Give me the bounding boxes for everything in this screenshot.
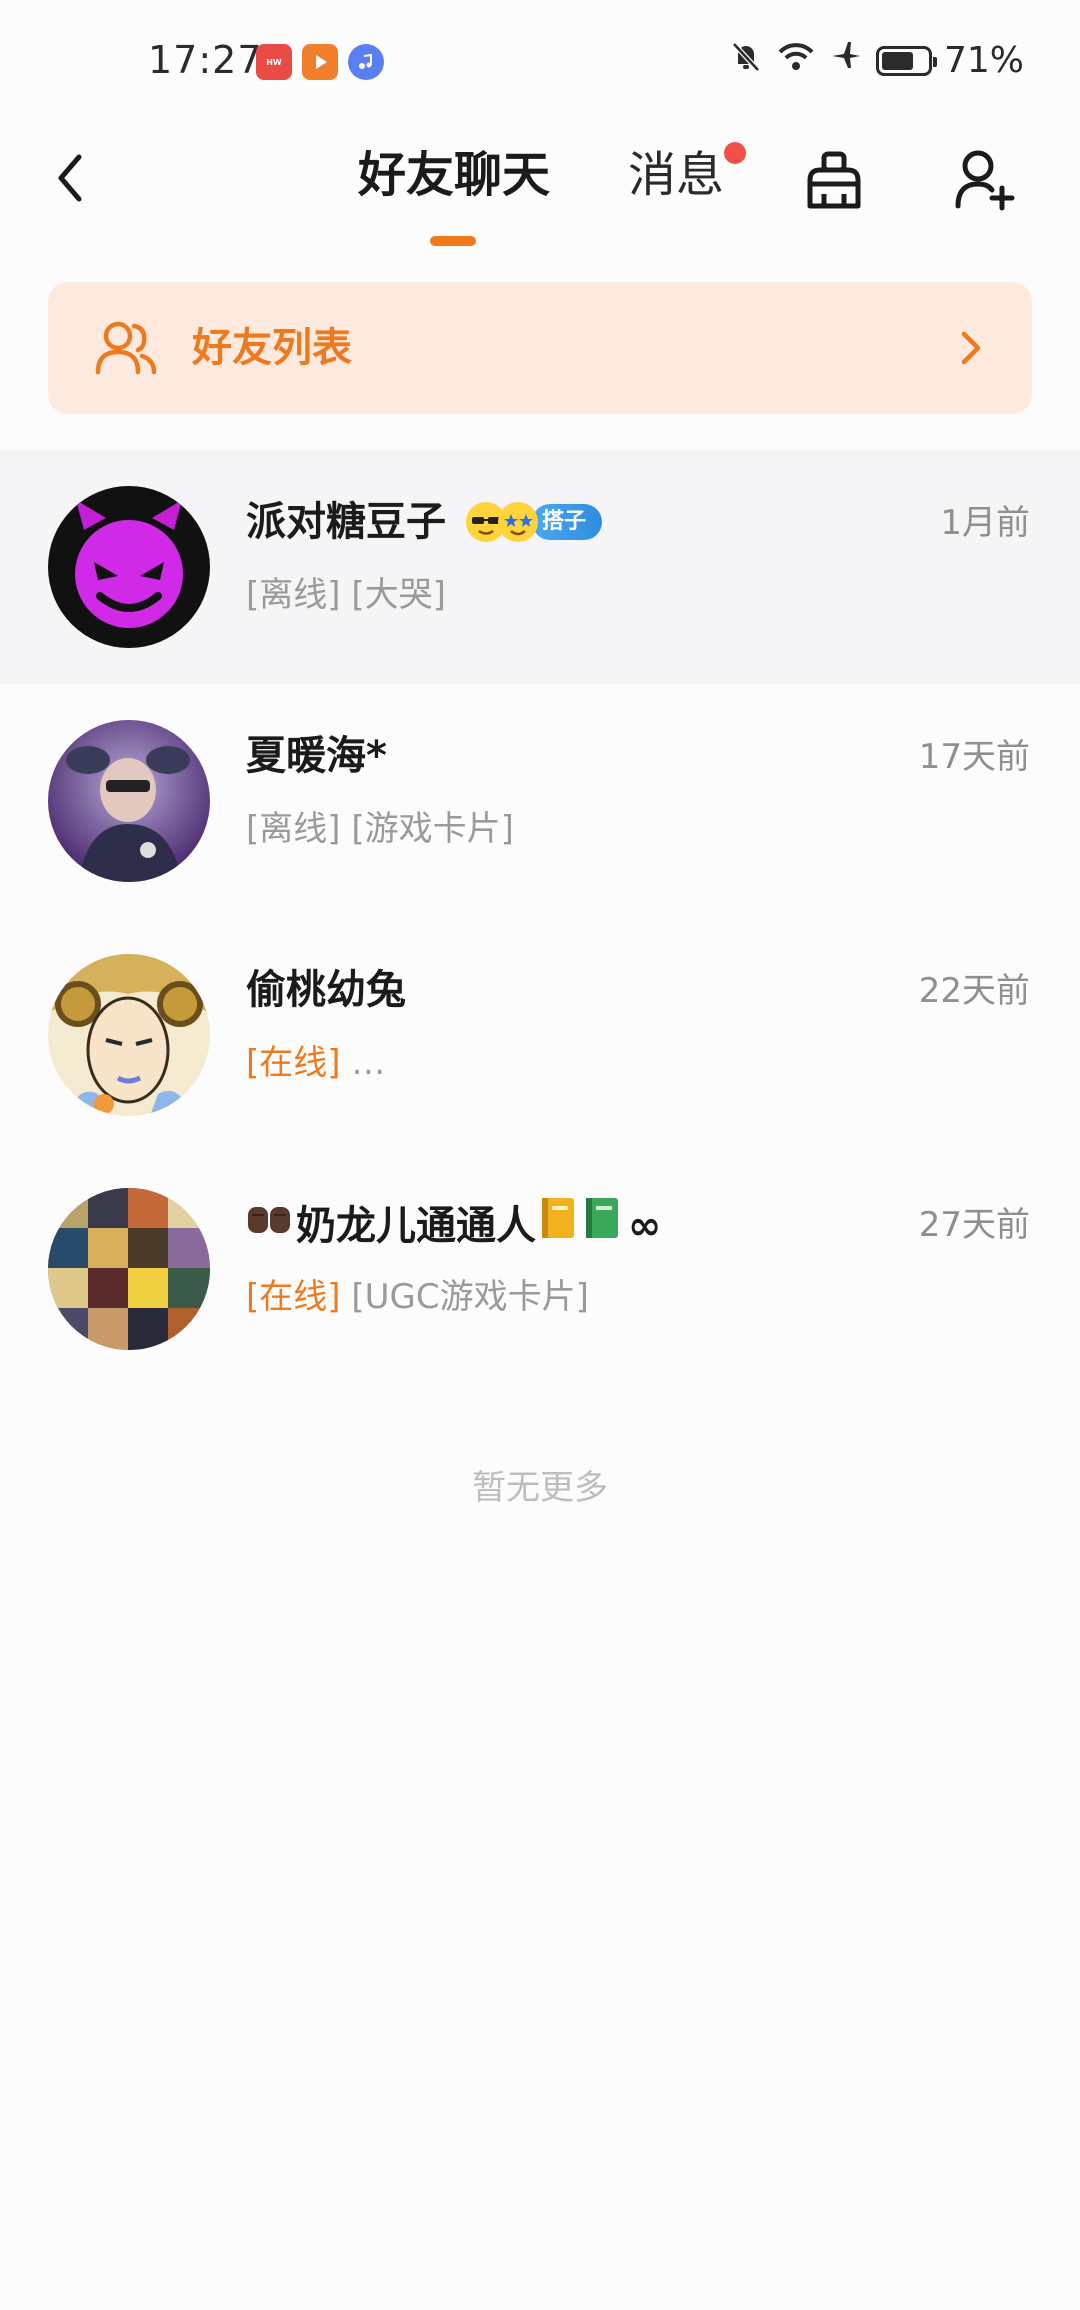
friend-list-entry[interactable]: 好友列表: [48, 282, 1032, 414]
wifi-icon: [776, 38, 816, 83]
conversation-time: 22天前: [918, 971, 1030, 1011]
music-app-icon: [348, 44, 384, 80]
conversation-item[interactable]: 夏暖海* 17天前 [离线] [游戏卡片]: [0, 684, 1080, 918]
back-button[interactable]: [40, 138, 100, 218]
presence-status: [离线]: [246, 809, 341, 849]
badge-group: 搭子: [466, 502, 603, 542]
contact-name-text: 派对糖豆子: [246, 499, 446, 545]
unread-badge: [724, 142, 746, 164]
conversation-preview: [离线] [大哭]: [246, 570, 446, 620]
conversation-preview: [离线] [游戏卡片]: [246, 804, 514, 854]
star-eyes-emoji-icon: [498, 502, 538, 542]
conversation-item[interactable]: 奶龙儿通通人 ∞ 27天前 [在线] [UGC游戏卡片]: [0, 1152, 1080, 1386]
presence-status: [在线]: [246, 1277, 341, 1317]
contact-name: 奶龙儿通通人 ∞: [246, 1196, 661, 1255]
status-time: 17:27: [148, 38, 263, 82]
battery-icon: [875, 45, 937, 76]
airplane-icon: [828, 38, 864, 83]
conversation-preview: [在线] …: [246, 1038, 385, 1088]
conversation-time: 1月前: [940, 503, 1030, 543]
friend-list-label: 好友列表: [192, 325, 352, 371]
back-icon: [58, 154, 82, 202]
avatar: [48, 486, 210, 648]
avatar: [48, 954, 210, 1116]
active-tab-indicator: [430, 236, 476, 246]
friends-icon: [95, 321, 157, 375]
tab-friend-chat[interactable]: 好友聊天: [358, 140, 550, 210]
preview-text: …: [340, 1043, 386, 1083]
yellow-notebook-icon: [538, 1196, 578, 1255]
clean-broom-icon: [807, 151, 861, 209]
fist-emoji-icon: [246, 1198, 292, 1254]
conversation-time: 17天前: [918, 737, 1030, 777]
presence-status: [在线]: [246, 1043, 341, 1083]
presence-status: [离线]: [246, 575, 341, 615]
name-suffix: ∞: [628, 1202, 662, 1249]
add-friend-icon: [955, 150, 1015, 211]
battery-fill: [881, 51, 914, 70]
header: 好友聊天 消息: [0, 124, 1080, 264]
contact-name: 夏暖海*: [246, 733, 387, 779]
conversation-preview: [在线] [UGC游戏卡片]: [246, 1272, 589, 1322]
clean-button[interactable]: [794, 140, 874, 220]
contact-name-text: 奶龙儿通通人: [296, 1202, 536, 1249]
chevron-right-icon: [961, 331, 981, 365]
preview-text: [游戏卡片]: [340, 809, 514, 849]
video-app-icon: [302, 44, 338, 80]
huawei-store-icon: HW: [256, 44, 292, 80]
avatar: [48, 720, 210, 882]
conversation-time: 27天前: [918, 1205, 1030, 1245]
status-bar: 17:27 HW 71%: [0, 0, 1080, 124]
partner-tag: 搭子: [532, 504, 603, 540]
conversation-item[interactable]: 派对糖豆子 搭子 1月前 [离线] [大哭]: [0, 450, 1080, 684]
status-indicators: 71%: [728, 38, 1024, 83]
preview-text: [UGC游戏卡片]: [340, 1277, 589, 1317]
contact-name: 偷桃幼兔: [246, 967, 406, 1013]
green-book-icon: [582, 1196, 622, 1255]
avatar: [48, 1188, 210, 1350]
preview-text: [大哭]: [340, 575, 446, 615]
bell-muted-icon: [728, 38, 764, 83]
contact-name: 派对糖豆子 搭子: [246, 494, 603, 550]
add-friend-button[interactable]: [944, 140, 1024, 220]
battery-percent: 71%: [943, 40, 1024, 81]
no-more-label: 暂无更多: [472, 1468, 608, 1508]
conversation-item[interactable]: 偷桃幼兔 22天前 [在线] …: [0, 918, 1080, 1152]
tab-messages[interactable]: 消息: [628, 140, 724, 210]
